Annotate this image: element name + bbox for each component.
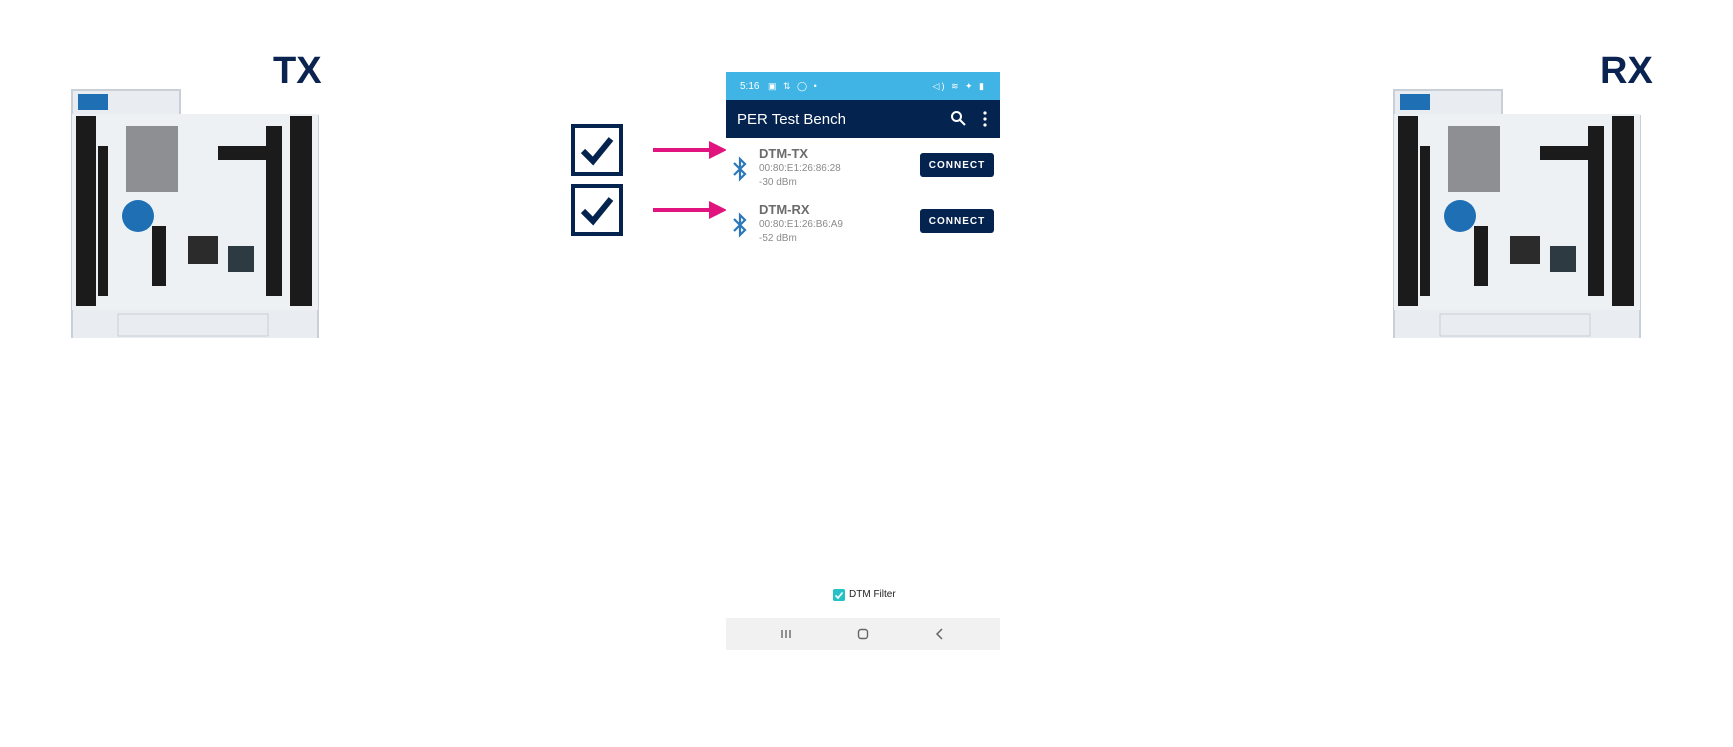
nucleo-board-rx-image (1393, 89, 1641, 338)
bluetooth-icon (733, 212, 747, 238)
search-icon[interactable] (950, 110, 966, 126)
app-bar: PER Test Bench (726, 100, 1000, 138)
status-right-icons: ◁) ≋ ✦ ▮ (932, 81, 986, 91)
bluetooth-icon (733, 156, 747, 182)
device-list-item[interactable]: DTM-TX 00:80:E1:26:86:28 -30 dBm CONNECT (726, 144, 1000, 200)
checkbox-checked-icon[interactable] (833, 589, 845, 601)
nucleo-board-tx-image (71, 89, 319, 338)
status-left-icons: ▣ ⇅ ◯ • (768, 81, 819, 91)
android-nav-bar (726, 618, 1000, 650)
dtm-filter-label: DTM Filter (849, 589, 896, 600)
device-name: DTM-RX (759, 202, 810, 217)
device-address: 00:80:E1:26:B6:A9 (759, 219, 843, 230)
device-rssi: -30 dBm (759, 177, 797, 188)
more-vert-icon[interactable] (982, 111, 988, 127)
checkbox-checked-icon (571, 124, 623, 176)
checkbox-checked-icon (571, 184, 623, 236)
back-icon[interactable] (933, 627, 947, 641)
arrow-right-icon (653, 201, 727, 219)
connect-button[interactable]: CONNECT (920, 209, 994, 233)
home-icon[interactable] (856, 627, 870, 641)
device-name: DTM-TX (759, 146, 809, 161)
status-bar: 5:16 ▣ ⇅ ◯ • ◁) ≋ ✦ ▮ (726, 72, 1000, 100)
phone-screen: 5:16 ▣ ⇅ ◯ • ◁) ≋ ✦ ▮ PER Test Bench DTM… (726, 72, 1000, 650)
arrow-right-icon (653, 141, 727, 159)
app-title: PER Test Bench (737, 111, 846, 128)
recent-apps-icon[interactable] (779, 627, 793, 641)
status-time: 5:16 (740, 81, 760, 92)
device-address: 00:80:E1:26:86:28 (759, 163, 841, 174)
connect-button[interactable]: CONNECT (920, 153, 994, 177)
device-list-item[interactable]: DTM-RX 00:80:E1:26:B6:A9 -52 dBm CONNECT (726, 200, 1000, 256)
device-rssi: -52 dBm (759, 233, 797, 244)
